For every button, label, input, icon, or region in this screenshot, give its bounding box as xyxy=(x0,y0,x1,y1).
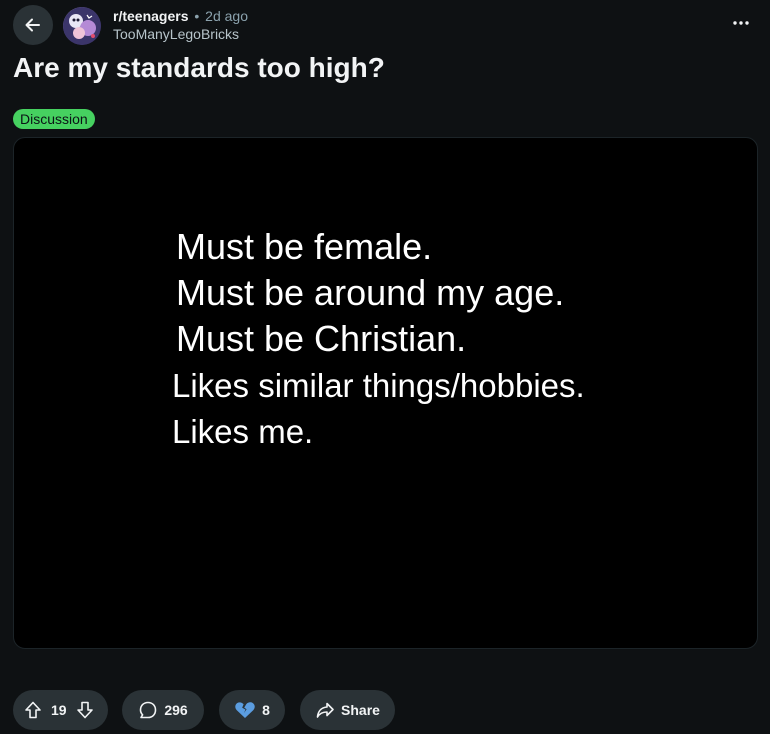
arrow-down-icon xyxy=(76,701,93,719)
overflow-menu-button[interactable] xyxy=(726,8,756,38)
image-text-line: Must be female. xyxy=(176,226,433,267)
comment-count: 296 xyxy=(164,702,188,718)
vote-control: 19 xyxy=(13,690,108,730)
comments-button[interactable]: 296 xyxy=(122,690,204,730)
post-flair[interactable]: Discussion xyxy=(13,109,95,129)
ellipsis-icon xyxy=(733,21,749,25)
meta-separator: • xyxy=(194,8,200,24)
arrow-left-icon xyxy=(25,18,40,32)
author-link[interactable]: TooManyLegoBricks xyxy=(113,25,248,43)
share-button[interactable]: Share xyxy=(300,690,395,730)
back-button[interactable] xyxy=(13,5,53,45)
image-text-line: Must be around my age. xyxy=(176,272,565,313)
avatar-art xyxy=(63,7,101,45)
post-meta-top: r/teenagers • 2d ago xyxy=(113,7,248,25)
broken-heart-icon xyxy=(234,700,256,720)
image-text-line: Likes similar things/hobbies. xyxy=(172,367,585,404)
subreddit-link[interactable]: r/teenagers xyxy=(113,8,188,24)
speech-bubble-icon xyxy=(138,700,158,720)
post-title: Are my standards too high? xyxy=(13,52,385,83)
share-arrow-icon xyxy=(315,700,335,720)
share-label: Share xyxy=(341,702,380,718)
downvote-button[interactable] xyxy=(73,698,97,722)
post-meta: r/teenagers • 2d ago TooManyLegoBricks xyxy=(113,7,248,43)
image-text-line: Likes me. xyxy=(172,413,314,450)
award-count: 8 xyxy=(262,702,270,718)
award-button[interactable]: 8 xyxy=(219,690,285,730)
vote-score: 19 xyxy=(51,702,67,718)
arrow-up-icon xyxy=(25,701,41,719)
image-text-line: Must be Christian. xyxy=(176,318,467,359)
subreddit-avatar[interactable] xyxy=(63,7,101,45)
post-image[interactable]: Must be female. Must be around my age. M… xyxy=(13,137,758,649)
upvote-button[interactable] xyxy=(21,698,45,722)
post-age: 2d ago xyxy=(205,8,248,24)
